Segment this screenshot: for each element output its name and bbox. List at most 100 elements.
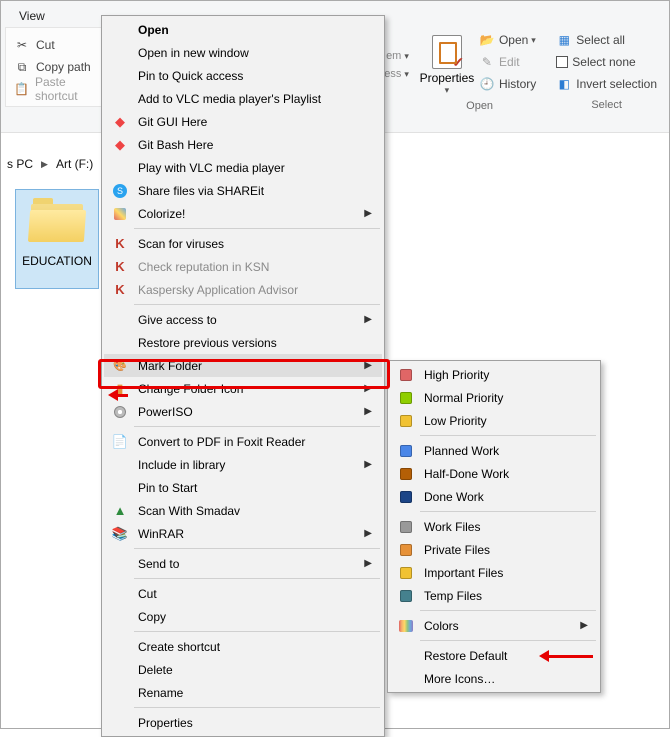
menu-item-kaspersky-application-advisor: KKaspersky Application Advisor [104, 278, 382, 301]
submenu-item-more-icons[interactable]: More Icons… [390, 667, 598, 690]
menu-item-open-in-new-window[interactable]: Open in new window [104, 41, 382, 64]
submenu-item-important-files[interactable]: Important Files [390, 561, 598, 584]
menu-item-label: More Icons… [424, 672, 588, 686]
crumb-pc[interactable]: s PC [1, 157, 39, 171]
priority-brown-icon [394, 465, 418, 483]
menu-item-git-gui-here[interactable]: ◆Git GUI Here [104, 110, 382, 133]
menu-item-share-files-via-shareit[interactable]: S Share files via SHAREit [104, 179, 382, 202]
menu-item-pin-to-quick-access[interactable]: Pin to Quick access [104, 64, 382, 87]
menu-item-properties[interactable]: Properties [104, 711, 382, 734]
submenu-item-half-done-work[interactable]: Half-Done Work [390, 462, 598, 485]
priority-yellow-icon [394, 564, 418, 582]
menu-item-label: Check reputation in KSN [138, 260, 372, 274]
ribbon-right: em ▾ cess ▾ ✔ Properties ▾ 📂Open▾ ✎Edit … [371, 27, 667, 114]
menu-item-delete[interactable]: Delete [104, 658, 382, 681]
cut-button[interactable]: ✂ Cut [6, 34, 104, 56]
priority-yellow-icon [394, 412, 418, 430]
menu-item-give-access-to[interactable]: Give access to▶ [104, 308, 382, 331]
menu-item-cut[interactable]: Cut [104, 582, 382, 605]
blank-icon [108, 21, 132, 39]
blank-icon [108, 585, 132, 603]
submenu-item-colors[interactable]: Colors▶ [390, 614, 598, 637]
menu-item-create-shortcut[interactable]: Create shortcut [104, 635, 382, 658]
submenu-item-normal-priority[interactable]: Normal Priority [390, 386, 598, 409]
cut-label: Cut [36, 38, 55, 52]
invert-selection-button[interactable]: ◧Invert selection [552, 73, 661, 95]
blank-icon [394, 670, 418, 688]
menu-item-mark-folder[interactable]: 🎨Mark Folder▶ [104, 354, 382, 377]
submenu-item-high-priority[interactable]: High Priority [390, 363, 598, 386]
history-button[interactable]: 🕘History [475, 73, 540, 95]
priority-red-icon [394, 366, 418, 384]
menu-item-pin-to-start[interactable]: Pin to Start [104, 476, 382, 499]
folder-icon [29, 198, 85, 244]
menu-item-label: Normal Priority [424, 391, 588, 405]
menu-item-restore-previous-versions[interactable]: Restore previous versions [104, 331, 382, 354]
annotation-arrow-icon [108, 389, 128, 401]
submenu-arrow-icon: ▶ [364, 383, 372, 394]
blank-icon [108, 684, 132, 702]
submenu-item-low-priority[interactable]: Low Priority [390, 409, 598, 432]
menu-item-add-to-vlc-media-player-s-playlist[interactable]: Add to VLC media player's Playlist [104, 87, 382, 110]
open-group-label: Open [419, 100, 540, 112]
menu-separator [134, 548, 380, 549]
menu-item-label: Git GUI Here [138, 115, 372, 129]
edit-button: ✎Edit [475, 51, 524, 73]
menu-item-scan-for-viruses[interactable]: KScan for viruses [104, 232, 382, 255]
shareit-icon: S [108, 182, 132, 200]
priority-orange-icon [394, 541, 418, 559]
menu-item-winrar[interactable]: 📚WinRAR▶ [104, 522, 382, 545]
select-none-button[interactable]: Select none [552, 51, 639, 73]
menu-item-label: Open [138, 23, 372, 37]
menu-item-label: Low Priority [424, 414, 588, 428]
folder-education[interactable]: EDUCATION [15, 189, 99, 289]
submenu-item-temp-files[interactable]: Temp Files [390, 584, 598, 607]
menu-item-convert-to-pdf-in-foxit-reader[interactable]: 📄Convert to PDF in Foxit Reader [104, 430, 382, 453]
crumb-drive[interactable]: Art (F:) [50, 157, 99, 171]
history-icon: 🕘 [479, 76, 495, 92]
menu-item-play-with-vlc-media-player[interactable]: Play with VLC media player [104, 156, 382, 179]
select-all-button[interactable]: ▦Select all [552, 29, 629, 51]
menu-separator [420, 511, 596, 512]
menu-separator [134, 304, 380, 305]
menu-item-label: Include in library [138, 458, 358, 472]
menu-item-copy[interactable]: Copy [104, 605, 382, 628]
submenu-item-planned-work[interactable]: Planned Work [390, 439, 598, 462]
menu-item-label: Git Bash Here [138, 138, 372, 152]
menu-item-label: Change Folder Icon [138, 382, 358, 396]
blank-icon [108, 90, 132, 108]
menu-item-colorize[interactable]: Colorize!▶ [104, 202, 382, 225]
submenu-item-done-work[interactable]: Done Work [390, 485, 598, 508]
properties-button[interactable]: ✔ Properties ▾ [419, 29, 475, 96]
priority-navy-icon [394, 488, 418, 506]
menu-item-label: Planned Work [424, 444, 588, 458]
context-menu: Open Open in new window Pin to Quick acces… [101, 15, 385, 737]
menu-item-label: Send to [138, 557, 358, 571]
menu-item-include-in-library[interactable]: Include in library▶ [104, 453, 382, 476]
paste-shortcut-icon: 📋 [14, 81, 29, 97]
menu-item-send-to[interactable]: Send to▶ [104, 552, 382, 575]
menu-item-poweriso[interactable]: PowerISO▶ [104, 400, 382, 423]
menu-item-label: Delete [138, 663, 372, 677]
tab-view[interactable]: View [19, 9, 45, 23]
menu-item-git-bash-here[interactable]: ◆Git Bash Here [104, 133, 382, 156]
menu-item-label: Open in new window [138, 46, 372, 60]
submenu-item-private-files[interactable]: Private Files [390, 538, 598, 561]
open-button[interactable]: 📂Open▾ [475, 29, 540, 51]
menu-item-label: Pin to Start [138, 481, 372, 495]
submenu-item-work-files[interactable]: Work Files [390, 515, 598, 538]
menu-item-open[interactable]: Open [104, 18, 382, 41]
menu-item-label: Mark Folder [138, 359, 358, 373]
priority-gray-icon [394, 518, 418, 536]
menu-item-change-folder-icon[interactable]: ▮Change Folder Icon▶ [104, 377, 382, 400]
menu-item-check-reputation-in-ksn: K Check reputation in KSN [104, 255, 382, 278]
crumb-sep-icon[interactable]: ▶ [39, 159, 50, 170]
kaspersky-icon: K [108, 258, 132, 276]
menu-item-label: Colorize! [138, 207, 358, 221]
menu-item-scan-with-smadav[interactable]: ▲Scan With Smadav [104, 499, 382, 522]
menu-item-label: Share files via SHAREit [138, 184, 372, 198]
menu-item-rename[interactable]: Rename [104, 681, 382, 704]
priority-teal-icon [394, 587, 418, 605]
copy-path-icon: ⧉ [14, 59, 30, 75]
copy-path-label: Copy path [36, 60, 91, 74]
